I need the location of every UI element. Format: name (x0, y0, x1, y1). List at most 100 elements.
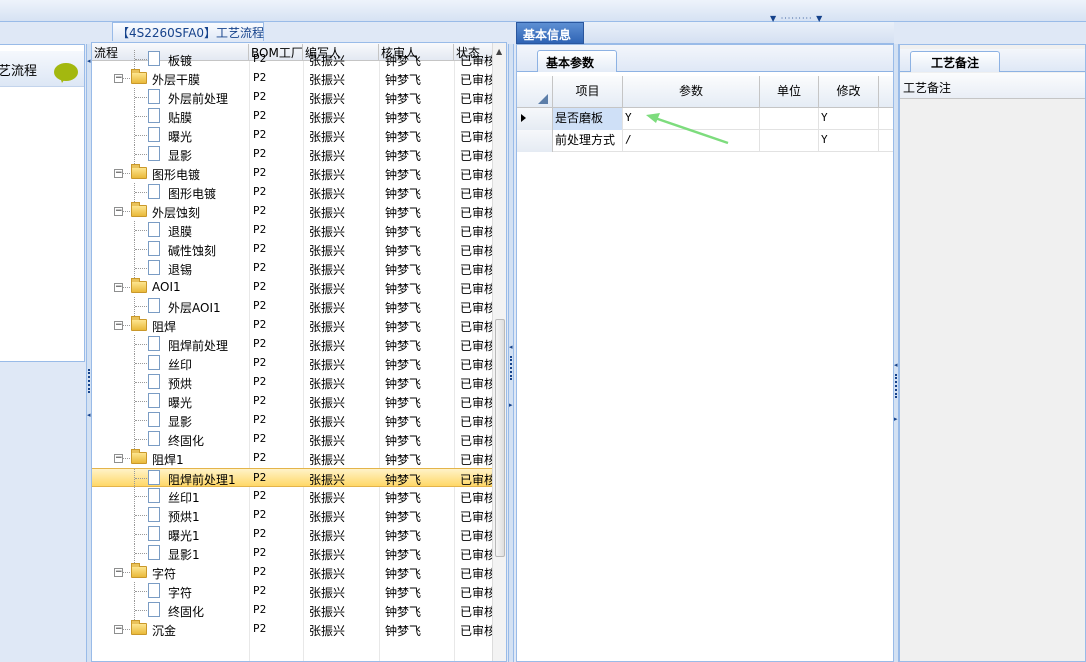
collapse-arrow-icon[interactable]: ◂ (894, 362, 898, 369)
row-indicator[interactable] (517, 108, 553, 130)
bom-cell: P2 (253, 432, 267, 445)
status-cell: 已审核 (460, 491, 492, 505)
tab-basic-info[interactable]: 基本信息 (516, 22, 584, 44)
row-indicator[interactable] (517, 130, 553, 152)
collapse-arrow-icon[interactable]: ◂ (509, 344, 513, 351)
checker-cell: 钟梦飞 (385, 54, 422, 68)
tree-folder-row[interactable]: − AOI1 P2 张振兴 钟梦飞 已审核 (92, 278, 492, 297)
tree-row[interactable]: 终固化 P2 张振兴 钟梦飞 已审核 (92, 601, 492, 620)
document-icon (148, 336, 160, 351)
tree-folder-row[interactable]: − 阻焊1 P2 张振兴 钟梦飞 已审核 (92, 449, 492, 468)
tree-node-label: 外层干膜 (152, 73, 201, 87)
tree-row[interactable]: 显影1 P2 张振兴 钟梦飞 已审核 (92, 544, 492, 563)
col-header-unit[interactable]: 单位 (760, 76, 819, 108)
notes-tabstrip: 工艺备注 (900, 49, 1085, 72)
tab-process-notes[interactable]: 工艺备注 (910, 51, 1000, 72)
tree-folder-row[interactable]: − 外层干膜 P2 张振兴 钟梦飞 已审核 (92, 69, 492, 88)
bom-cell: P2 (253, 622, 267, 635)
scroll-up-icon[interactable]: ▲ (496, 47, 502, 56)
tree-row[interactable]: 阻焊前处理 P2 张振兴 钟梦飞 已审核 (92, 335, 492, 354)
expand-arrow-icon[interactable]: ▸ (894, 416, 898, 423)
nav-item-process-flow[interactable]: 艺流程 (0, 51, 84, 87)
tree-node-label: 终固化 (168, 605, 205, 619)
collapse-toggle-icon[interactable]: − (114, 283, 123, 292)
document-icon (148, 545, 160, 560)
tree-row[interactable]: 字符 P2 张振兴 钟梦飞 已审核 (92, 582, 492, 601)
col-header-param[interactable]: 参数 (623, 76, 760, 108)
tree-folder-row[interactable]: − 外层蚀刻 P2 张振兴 钟梦飞 已审核 (92, 202, 492, 221)
tree-row[interactable]: 退膜 P2 张振兴 钟梦飞 已审核 (92, 221, 492, 240)
col-header-modify[interactable]: 修改 (819, 76, 879, 108)
tree-row[interactable]: 终固化 P2 张振兴 钟梦飞 已审核 (92, 430, 492, 449)
document-icon (148, 260, 160, 275)
document-icon (148, 241, 160, 256)
tree-row[interactable]: 退锡 P2 张振兴 钟梦飞 已审核 (92, 259, 492, 278)
tab-basic-params[interactable]: 基本参数 (537, 50, 617, 72)
tree-row[interactable]: 丝印1 P2 张振兴 钟梦飞 已审核 (92, 487, 492, 506)
status-cell: 已审核 (460, 358, 492, 372)
tree-node-label: 外层前处理 (168, 92, 229, 106)
writer-cell: 张振兴 (309, 206, 346, 220)
tree-scrollbar[interactable]: ▲ (492, 43, 506, 661)
bom-cell: P2 (253, 147, 267, 160)
tree-folder-row[interactable]: − 沉金 P2 张振兴 钟梦飞 已审核 (92, 620, 492, 639)
collapse-toggle-icon[interactable]: − (114, 625, 123, 634)
writer-cell: 张振兴 (309, 473, 346, 487)
collapse-arrow-icon[interactable]: ◂ (87, 412, 91, 419)
collapse-toggle-icon[interactable]: − (114, 207, 123, 216)
tree-row[interactable]: 丝印 P2 张振兴 钟梦飞 已审核 (92, 354, 492, 373)
cell-item[interactable]: 是否磨板 (553, 108, 623, 130)
checker-cell: 钟梦飞 (385, 358, 422, 372)
tree-row[interactable]: 曝光 P2 张振兴 钟梦飞 已审核 (92, 392, 492, 411)
tree-row[interactable]: 板镀 P2 张振兴 钟梦飞 已审核 (92, 50, 492, 69)
col-header-item[interactable]: 项目 (553, 76, 623, 108)
tree-row[interactable]: 曝光1 P2 张振兴 钟梦飞 已审核 (92, 525, 492, 544)
bom-cell: P2 (253, 280, 267, 293)
status-cell: 已审核 (460, 624, 492, 638)
tree-row[interactable]: 外层前处理 P2 张振兴 钟梦飞 已审核 (92, 88, 492, 107)
cell-unit[interactable] (760, 108, 819, 130)
cell-unit[interactable] (760, 130, 819, 152)
document-icon (148, 89, 160, 104)
tree-node-label: 显影 (168, 415, 193, 429)
writer-cell: 张振兴 (309, 377, 346, 391)
bom-cell: P2 (253, 489, 267, 502)
checker-cell: 钟梦飞 (385, 92, 422, 106)
middle-splitter[interactable]: ◂ ▸ (508, 44, 514, 662)
tree-folder-row[interactable]: − 阻焊 P2 张振兴 钟梦飞 已审核 (92, 316, 492, 335)
document-icon (148, 583, 160, 598)
status-cell: 已审核 (460, 244, 492, 258)
chat-bubble-icon[interactable] (54, 63, 78, 83)
cell-modify[interactable]: Y (819, 130, 879, 152)
collapse-toggle-icon[interactable]: − (114, 454, 123, 463)
tree-row[interactable]: 显影 P2 张振兴 钟梦飞 已审核 (92, 145, 492, 164)
checker-cell: 钟梦飞 (385, 548, 422, 562)
tree-row[interactable]: 曝光 P2 张振兴 钟梦飞 已审核 (92, 126, 492, 145)
tree-row[interactable]: 预烘 P2 张振兴 钟梦飞 已审核 (92, 373, 492, 392)
scroll-thumb[interactable] (495, 319, 505, 557)
checker-cell: 钟梦飞 (385, 263, 422, 277)
tree-row[interactable]: 显影 P2 张振兴 钟梦飞 已审核 (92, 411, 492, 430)
writer-cell: 张振兴 (309, 358, 346, 372)
collapse-toggle-icon[interactable]: − (114, 568, 123, 577)
tree-row[interactable]: 碱性蚀刻 P2 张振兴 钟梦飞 已审核 (92, 240, 492, 259)
collapse-toggle-icon[interactable]: − (114, 321, 123, 330)
tree-row[interactable]: 图形电镀 P2 张振兴 钟梦飞 已审核 (92, 183, 492, 202)
tree-row[interactable]: 预烘1 P2 张振兴 钟梦飞 已审核 (92, 506, 492, 525)
tree-folder-row[interactable]: − 字符 P2 张振兴 钟梦飞 已审核 (92, 563, 492, 582)
tree-folder-row[interactable]: − 图形电镀 P2 张振兴 钟梦飞 已审核 (92, 164, 492, 183)
tree-node-label: 退锡 (168, 263, 193, 277)
collapse-arrow-icon[interactable]: ◂ (87, 58, 91, 65)
tree-node-label: 外层AOI1 (168, 301, 221, 315)
cell-modify[interactable]: Y (819, 108, 879, 130)
expand-arrow-icon[interactable]: ▸ (509, 402, 513, 409)
collapse-toggle-icon[interactable]: − (114, 169, 123, 178)
tree-row[interactable]: 贴膜 P2 张振兴 钟梦飞 已审核 (92, 107, 492, 126)
tree-row[interactable]: 阻焊前处理1 P2 张振兴 钟梦飞 已审核 (92, 468, 492, 488)
document-icon (148, 298, 160, 313)
tree-row[interactable]: 外层AOI1 P2 张振兴 钟梦飞 已审核 (92, 297, 492, 316)
collapse-toggle-icon[interactable]: − (114, 74, 123, 83)
cell-item[interactable]: 前处理方式 (553, 130, 623, 152)
checker-cell: 钟梦飞 (385, 605, 422, 619)
checker-cell: 钟梦飞 (385, 225, 422, 239)
